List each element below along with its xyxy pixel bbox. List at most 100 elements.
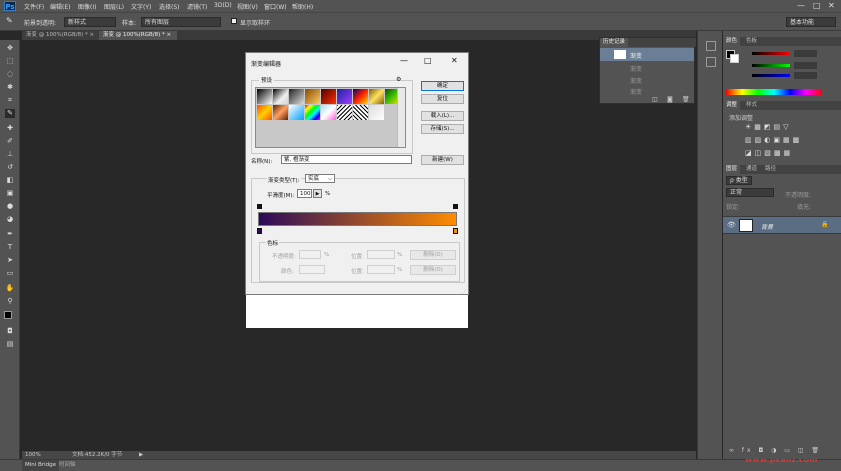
eyedropper-tool-icon[interactable]: ✎: [5, 109, 15, 118]
tab-swatches[interactable]: 色板: [743, 37, 760, 46]
menu-help[interactable]: 帮助(H): [292, 2, 313, 11]
show-ring-checkbox[interactable]: [231, 18, 237, 24]
ok-button[interactable]: 确定: [421, 81, 464, 91]
tab-channels[interactable]: 通道: [743, 165, 760, 174]
path-select-icon[interactable]: ➤: [5, 256, 15, 265]
menu-3d[interactable]: 3D(D): [214, 2, 232, 9]
stamp-tool-icon[interactable]: ⊥: [5, 150, 15, 159]
resize-grip-icon[interactable]: ⋰: [462, 289, 467, 295]
mini-bridge-tab[interactable]: Mini Bridge: [22, 460, 59, 471]
tab-styles[interactable]: 样式: [743, 101, 760, 110]
dialog-close-icon[interactable]: ✕: [451, 56, 458, 65]
gradient-type-select[interactable]: 实底 ⌵: [305, 174, 335, 183]
move-tool-icon[interactable]: ✥: [5, 44, 15, 53]
preset-swatch[interactable]: [305, 105, 320, 120]
preset-swatch[interactable]: [289, 105, 304, 120]
menu-layer[interactable]: 图层(L): [104, 2, 124, 11]
gradient-name-field[interactable]: 紫, 橙渐变: [281, 155, 412, 164]
layer-filter-select[interactable]: ρ 类型: [726, 176, 752, 185]
new-snapshot-icon[interactable]: ◙: [667, 96, 673, 103]
preset-swatch[interactable]: [369, 105, 384, 120]
blur-tool-icon[interactable]: ●: [5, 202, 15, 211]
brush-tool-icon[interactable]: ✐: [5, 137, 15, 146]
tab-paths[interactable]: 路径: [762, 165, 779, 174]
menu-file[interactable]: 文件(F): [24, 2, 44, 11]
blend-mode-select[interactable]: 正常: [726, 188, 774, 197]
lasso-tool-icon[interactable]: ◌: [5, 70, 15, 79]
menu-view[interactable]: 视图(V): [237, 2, 258, 11]
presets-scrollbar[interactable]: [397, 88, 405, 147]
tab-color[interactable]: 颜色: [723, 37, 741, 46]
minimize-icon[interactable]: —: [797, 1, 805, 10]
preset-swatch[interactable]: [273, 105, 288, 120]
history-item[interactable]: 渐变: [630, 76, 642, 85]
workspace-select[interactable]: 基本功能: [786, 17, 836, 27]
preset-swatch[interactable]: [337, 89, 352, 104]
opacity-stop-left[interactable]: [257, 204, 262, 209]
preset-swatch[interactable]: [305, 89, 320, 104]
preset-swatch[interactable]: [257, 105, 272, 120]
foreground-color-swatch[interactable]: [4, 311, 12, 319]
healing-tool-icon[interactable]: ✚: [5, 124, 15, 133]
tab-adjustments[interactable]: 调整: [723, 101, 741, 110]
shape-tool-icon[interactable]: ▭: [5, 269, 15, 278]
preset-select[interactable]: 新样式: [64, 17, 116, 27]
quick-mask-icon[interactable]: ◘: [5, 327, 15, 336]
preset-swatch[interactable]: [321, 105, 336, 120]
menu-select[interactable]: 选择(S): [159, 2, 180, 11]
doc-tab-2[interactable]: 渐变 @ 100%(RGB/8) * ×: [99, 31, 177, 40]
restore-icon[interactable]: □: [813, 1, 821, 10]
reset-button[interactable]: 复位: [421, 94, 464, 104]
preset-swatch[interactable]: [321, 89, 336, 104]
blue-value-field[interactable]: [794, 72, 817, 79]
zoom-tool-icon[interactable]: ⚲: [5, 297, 15, 306]
color-stop-left[interactable]: [257, 228, 262, 234]
adjustment-icons-row-3[interactable]: ◪◫▧▩▦: [745, 149, 793, 157]
preset-swatch[interactable]: [273, 89, 288, 104]
blue-slider[interactable]: [752, 74, 790, 77]
dialog-minimize-icon[interactable]: —: [400, 56, 408, 65]
preset-swatch[interactable]: [353, 89, 368, 104]
opacity-stop-right[interactable]: [453, 204, 458, 209]
green-slider[interactable]: [752, 64, 790, 67]
green-value-field[interactable]: [794, 62, 817, 69]
history-tab[interactable]: 历史记录: [600, 38, 629, 47]
eyedropper-icon[interactable]: ✎: [6, 16, 13, 25]
status-arrow-icon[interactable]: ▶: [139, 451, 143, 459]
gradient-preview-bar[interactable]: [258, 212, 457, 226]
adjustment-icons-row-1[interactable]: ☀▦◩▤▽: [745, 123, 792, 131]
eraser-tool-icon[interactable]: ◧: [5, 176, 15, 185]
menu-type[interactable]: 文字(Y): [131, 2, 151, 11]
history-item[interactable]: 渐变: [630, 87, 642, 96]
delete-opacity-stop-button[interactable]: 删除(D): [410, 250, 456, 260]
new-document-icon[interactable]: ◫: [652, 96, 658, 103]
type-tool-icon[interactable]: T: [5, 243, 15, 252]
gradient-tool-icon[interactable]: ▣: [5, 189, 15, 198]
sample-select[interactable]: 所有图层: [141, 17, 221, 27]
new-gradient-button[interactable]: 新建(W): [421, 155, 464, 165]
quick-select-tool-icon[interactable]: ✱: [5, 83, 15, 92]
preset-swatch[interactable]: [257, 89, 272, 104]
tab-layers[interactable]: 图层: [723, 165, 741, 174]
screen-mode-icon[interactable]: ▤: [5, 340, 15, 349]
crop-tool-icon[interactable]: ⌗: [5, 96, 15, 105]
menu-image[interactable]: 图像(I): [78, 2, 96, 11]
menu-edit[interactable]: 编辑(E): [50, 2, 70, 11]
presets-gear-icon[interactable]: ⚙: [396, 76, 401, 83]
close-icon[interactable]: ✕: [828, 1, 835, 10]
smoothness-field[interactable]: 100: [297, 189, 312, 198]
dialog-maximize-icon[interactable]: □: [424, 56, 432, 65]
history-snapshot-row[interactable]: 渐变: [600, 48, 694, 61]
menu-window[interactable]: 窗口(W): [264, 2, 287, 11]
layer-row-background[interactable]: 👁 背景 🔒: [723, 216, 841, 234]
preset-swatch[interactable]: [289, 89, 304, 104]
marquee-tool-icon[interactable]: ⬚: [5, 57, 15, 66]
stop-opacity-location-field[interactable]: [367, 250, 395, 259]
color-spectrum-bar[interactable]: [726, 89, 822, 95]
dodge-tool-icon[interactable]: ◕: [5, 215, 15, 224]
smoothness-dropdown-icon[interactable]: ▶: [313, 189, 322, 198]
pen-tool-icon[interactable]: ✒: [5, 230, 15, 239]
adjustment-icons-row-2[interactable]: ▥▨◐▣▦▩: [745, 136, 802, 144]
load-button[interactable]: 载入(L)...: [421, 111, 464, 121]
stop-opacity-field[interactable]: [299, 250, 321, 259]
